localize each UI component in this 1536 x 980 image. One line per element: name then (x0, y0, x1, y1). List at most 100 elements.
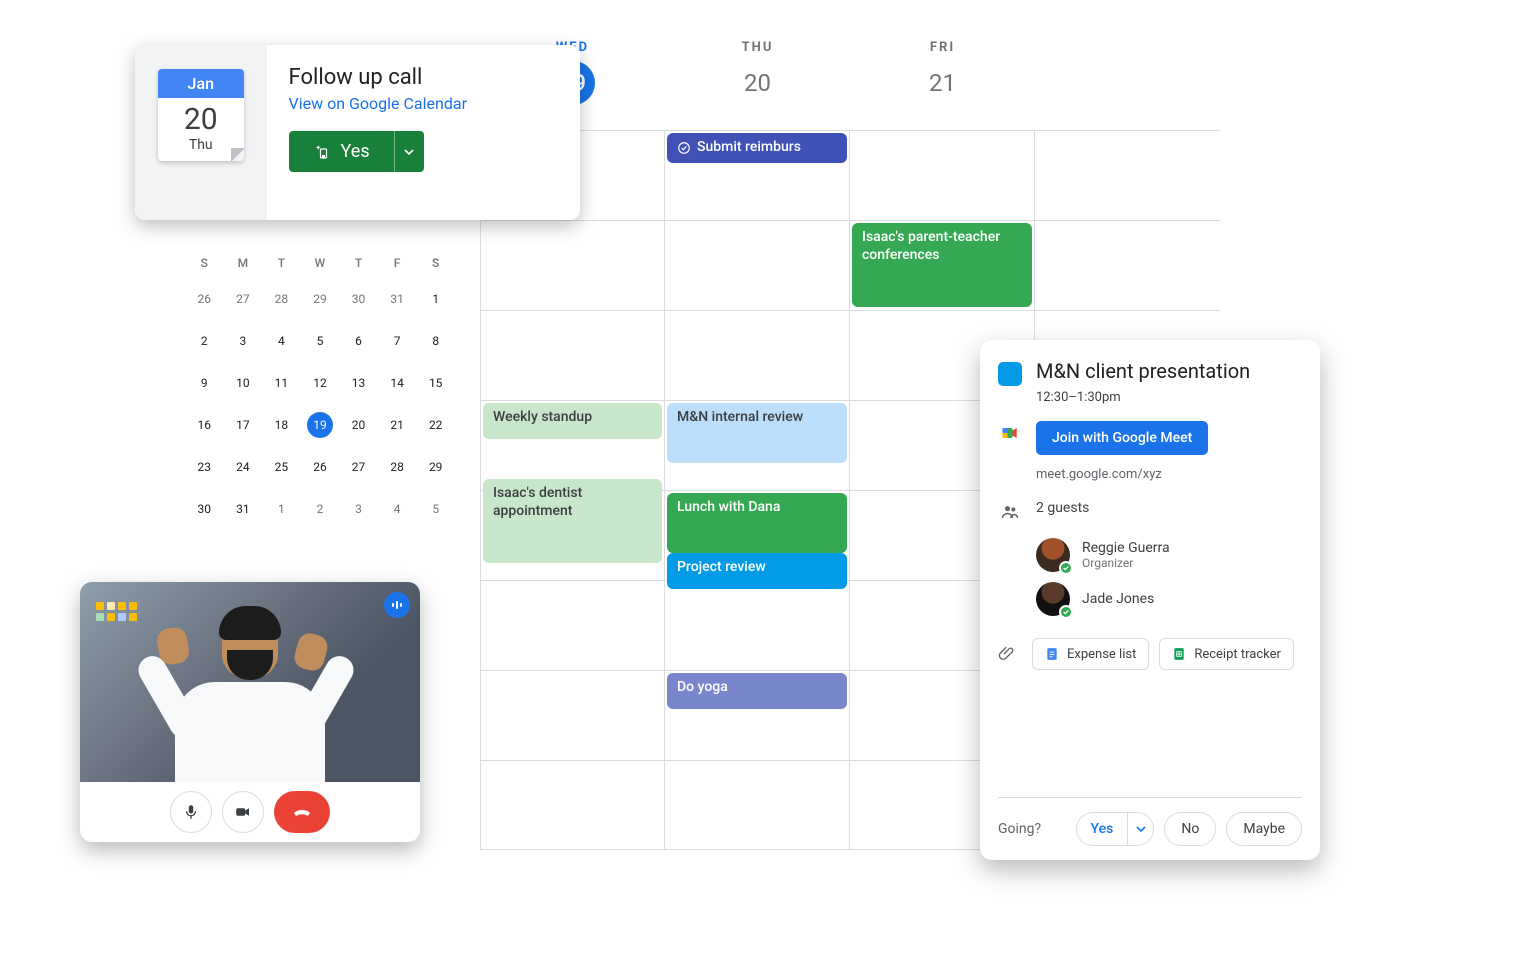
mini-day[interactable]: 4 (262, 320, 301, 362)
date-number[interactable]: 20 (736, 61, 780, 105)
mini-day[interactable]: 30 (185, 488, 224, 530)
mini-day[interactable]: 28 (262, 278, 301, 320)
mini-day[interactable]: 5 (416, 488, 455, 530)
camera-button[interactable] (222, 791, 264, 833)
event-label: Submit reimburs (697, 139, 801, 157)
event-label: Do yoga (677, 679, 728, 695)
event-weekly-standup[interactable]: Weekly standup (483, 403, 662, 439)
event-lunch-dana[interactable]: Lunch with Dana (667, 493, 847, 553)
building-sparkle-icon (313, 143, 331, 161)
meet-url: meet.google.com/xyz (1036, 467, 1302, 482)
avatar (1036, 538, 1070, 572)
mini-day[interactable]: 31 (378, 278, 417, 320)
rsvp-yes-split: Yes (1076, 812, 1155, 846)
attachment-label: Expense list (1067, 647, 1136, 662)
participant-silhouette (140, 592, 360, 782)
avatar (1036, 582, 1070, 616)
mini-day[interactable]: 21 (378, 404, 417, 446)
mini-day[interactable]: 3 (339, 488, 378, 530)
meet-tile (80, 582, 420, 842)
rsvp-no-option[interactable]: No (1164, 812, 1216, 846)
mini-day[interactable]: 7 (378, 320, 417, 362)
event-label: Weekly standup (493, 409, 592, 425)
event-submit-reimburs[interactable]: Submit reimburs (667, 133, 847, 163)
people-icon (998, 500, 1022, 522)
followup-card: Jan 20 Thu Follow up call View on Google… (135, 45, 580, 220)
mini-day[interactable]: 27 (339, 446, 378, 488)
rsvp-maybe-option[interactable]: Maybe (1226, 812, 1302, 846)
meet-logo-icon (998, 421, 1022, 443)
speaking-indicator-icon (384, 592, 410, 618)
mini-day[interactable]: 11 (262, 362, 301, 404)
mini-day[interactable]: 16 (185, 404, 224, 446)
guest-name: Jade Jones (1082, 591, 1154, 607)
hangup-button[interactable] (274, 791, 330, 833)
mini-day[interactable]: 8 (416, 320, 455, 362)
mini-day[interactable]: 14 (378, 362, 417, 404)
mic-button[interactable] (170, 791, 212, 833)
mini-dow: F (378, 248, 417, 278)
mini-day[interactable]: 2 (185, 320, 224, 362)
rsvp-yes-caret[interactable] (1127, 813, 1153, 845)
mic-icon (182, 803, 200, 821)
attachment-expense-list[interactable]: Expense list (1032, 638, 1149, 670)
mini-day[interactable]: 5 (301, 320, 340, 362)
event-isaac-conferences[interactable]: Isaac's parent-teacher conferences (852, 223, 1032, 307)
rsvp-yes-button[interactable]: Yes (289, 131, 394, 172)
guest-role: Organizer (1082, 556, 1170, 570)
mini-day[interactable]: 1 (262, 488, 301, 530)
mini-dow: W (301, 248, 340, 278)
mini-day[interactable]: 4 (378, 488, 417, 530)
attachment-receipt-tracker[interactable]: Receipt tracker (1159, 638, 1294, 670)
weekday-label: FRI (850, 40, 1035, 55)
mini-day[interactable]: 6 (339, 320, 378, 362)
mini-day[interactable]: 25 (262, 446, 301, 488)
weekday-label: THU (665, 40, 850, 55)
guest-name: Reggie Guerra (1082, 540, 1170, 556)
event-do-yoga[interactable]: Do yoga (667, 673, 847, 709)
mini-day[interactable]: 26 (185, 278, 224, 320)
mini-dow: M (224, 248, 263, 278)
date-tearoff: Jan 20 Thu (135, 45, 267, 220)
rsvp-split-button: Yes (289, 131, 424, 172)
join-meet-button[interactable]: Join with Google Meet (1036, 421, 1208, 455)
mini-day[interactable]: 2 (301, 488, 340, 530)
mini-day[interactable]: 23 (185, 446, 224, 488)
mini-day[interactable]: 26 (301, 446, 340, 488)
date-month: Jan (158, 69, 244, 98)
guest-row: Jade Jones (1036, 582, 1302, 616)
mini-day[interactable]: 29 (301, 278, 340, 320)
mini-day[interactable]: 18 (262, 404, 301, 446)
sticky-notes-icon (96, 602, 140, 642)
sheets-icon (1172, 646, 1186, 662)
mini-day[interactable]: 27 (224, 278, 263, 320)
mini-day[interactable]: 31 (224, 488, 263, 530)
mini-day[interactable]: 15 (416, 362, 455, 404)
event-isaac-dentist[interactable]: Isaac's dentist appointment (483, 479, 662, 563)
date-number[interactable]: 21 (921, 61, 965, 105)
mini-day[interactable]: 1 (416, 278, 455, 320)
view-on-calendar-link[interactable]: View on Google Calendar (289, 94, 467, 113)
mini-day[interactable]: 10 (224, 362, 263, 404)
mini-day[interactable]: 12 (301, 362, 340, 404)
rsvp-yes-option[interactable]: Yes (1077, 821, 1128, 837)
mini-day[interactable]: 17 (224, 404, 263, 446)
mini-day[interactable]: 22 (416, 404, 455, 446)
mini-day[interactable]: 9 (185, 362, 224, 404)
mini-day[interactable]: 28 (378, 446, 417, 488)
guest-row: Reggie Guerra Organizer (1036, 538, 1302, 572)
rsvp-dropdown-button[interactable] (394, 131, 424, 172)
event-color-swatch (998, 362, 1022, 386)
task-check-icon (677, 141, 691, 155)
date-day: 20 (158, 98, 244, 137)
event-mn-internal-review[interactable]: M&N internal review (667, 403, 847, 463)
mini-day[interactable]: 19 (301, 404, 340, 446)
event-detail-card: M&N client presentation 12:30–1:30pm Joi… (980, 340, 1320, 860)
mini-day[interactable]: 13 (339, 362, 378, 404)
mini-day[interactable]: 3 (224, 320, 263, 362)
mini-day[interactable]: 20 (339, 404, 378, 446)
mini-day[interactable]: 29 (416, 446, 455, 488)
mini-day[interactable]: 30 (339, 278, 378, 320)
mini-day[interactable]: 24 (224, 446, 263, 488)
mini-dow: S (416, 248, 455, 278)
